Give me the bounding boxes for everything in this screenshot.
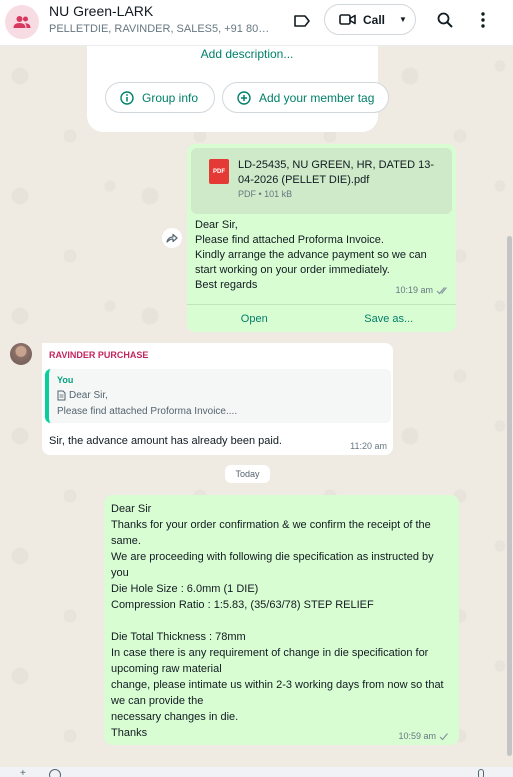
more-options-button[interactable]	[472, 9, 494, 31]
pdf-icon: PDF	[209, 159, 229, 184]
quote-author: You	[57, 375, 74, 385]
message-text: Dear Sir, Please find attached Proforma …	[195, 219, 427, 291]
compose-bar	[0, 767, 513, 777]
member-tag-label: Add your member tag	[259, 90, 375, 105]
incoming-message[interactable]: RAVINDER PURCHASE You Dear Sir, Please f…	[42, 343, 393, 455]
group-avatar[interactable]	[5, 5, 39, 39]
video-icon	[339, 14, 356, 25]
message-time: 10:59 am	[398, 731, 449, 741]
message-text: Dear Sir Thanks for your order confirmat…	[111, 503, 444, 739]
quoted-message[interactable]: You Dear Sir, Please find attached Profo…	[45, 369, 391, 423]
message-timestamp: 10:19 am	[395, 285, 433, 295]
message-timestamp: 11:20 am	[350, 441, 387, 451]
outgoing-document-message[interactable]: PDF LD-25435, NU GREEN, HR, DATED 13-04-…	[187, 144, 456, 332]
message-text: Sir, the advance amount has already been…	[49, 435, 282, 447]
mic-icon[interactable]	[478, 769, 484, 777]
chat-scrollbar-thumb[interactable]	[507, 236, 512, 756]
call-label: Call	[363, 12, 386, 27]
single-check-icon	[439, 732, 448, 740]
add-member-tag-button[interactable]: Add your member tag	[222, 82, 389, 113]
chat-title: NU Green-LARK	[49, 3, 154, 19]
group-info-label: Group info	[142, 90, 199, 105]
document-meta: PDF • 101 kB	[238, 189, 293, 199]
message-timestamp: 10:59 am	[398, 731, 436, 741]
info-icon	[120, 90, 134, 105]
quote-second-line: Please find attached Proforma Invoice...…	[57, 406, 238, 417]
forward-icon	[166, 233, 178, 243]
document-icon	[57, 390, 66, 401]
call-button[interactable]: Call ▼	[324, 4, 416, 35]
search-icon	[437, 12, 453, 28]
emoji-icon[interactable]	[49, 769, 61, 777]
sender-name[interactable]: RAVINDER PURCHASE	[49, 350, 148, 360]
chat-title-block[interactable]: NU Green-LARK PELLETDIE, RAVINDER, SALES…	[49, 3, 279, 38]
chat-participants: PELLETDIE, RAVINDER, SALES5, +91 80065 2…	[49, 23, 274, 35]
double-check-icon	[436, 286, 447, 294]
chevron-down-icon: ▼	[399, 15, 407, 24]
outgoing-message[interactable]: Dear Sir Thanks for your order confirmat…	[104, 495, 459, 745]
chat-header: NU Green-LARK PELLETDIE, RAVINDER, SALES…	[0, 0, 513, 46]
group-icon	[13, 16, 31, 28]
quote-line1-text: Dear Sir,	[69, 390, 108, 401]
message-time: 10:19 am	[395, 285, 450, 295]
label-icon	[294, 15, 310, 27]
attach-plus-icon[interactable]: +	[20, 769, 26, 777]
group-info-button[interactable]: Group info	[105, 82, 215, 113]
document-attachment[interactable]: PDF LD-25435, NU GREEN, HR, DATED 13-04-…	[191, 148, 452, 214]
quote-first-line: Dear Sir,	[57, 390, 108, 401]
open-document-button[interactable]: Open	[187, 305, 322, 332]
date-separator: Today	[225, 465, 270, 483]
forward-button[interactable]	[162, 228, 182, 248]
add-circle-icon	[237, 90, 251, 105]
label-button[interactable]	[291, 10, 313, 32]
save-as-button[interactable]: Save as...	[322, 305, 457, 332]
more-vert-icon	[481, 12, 485, 28]
sender-avatar[interactable]	[10, 343, 32, 365]
document-filename: LD-25435, NU GREEN, HR, DATED 13-04-2026…	[238, 159, 435, 186]
add-description-link[interactable]: Add description...	[87, 47, 407, 61]
document-actions: Open Save as...	[187, 304, 456, 332]
search-button[interactable]	[434, 9, 456, 31]
